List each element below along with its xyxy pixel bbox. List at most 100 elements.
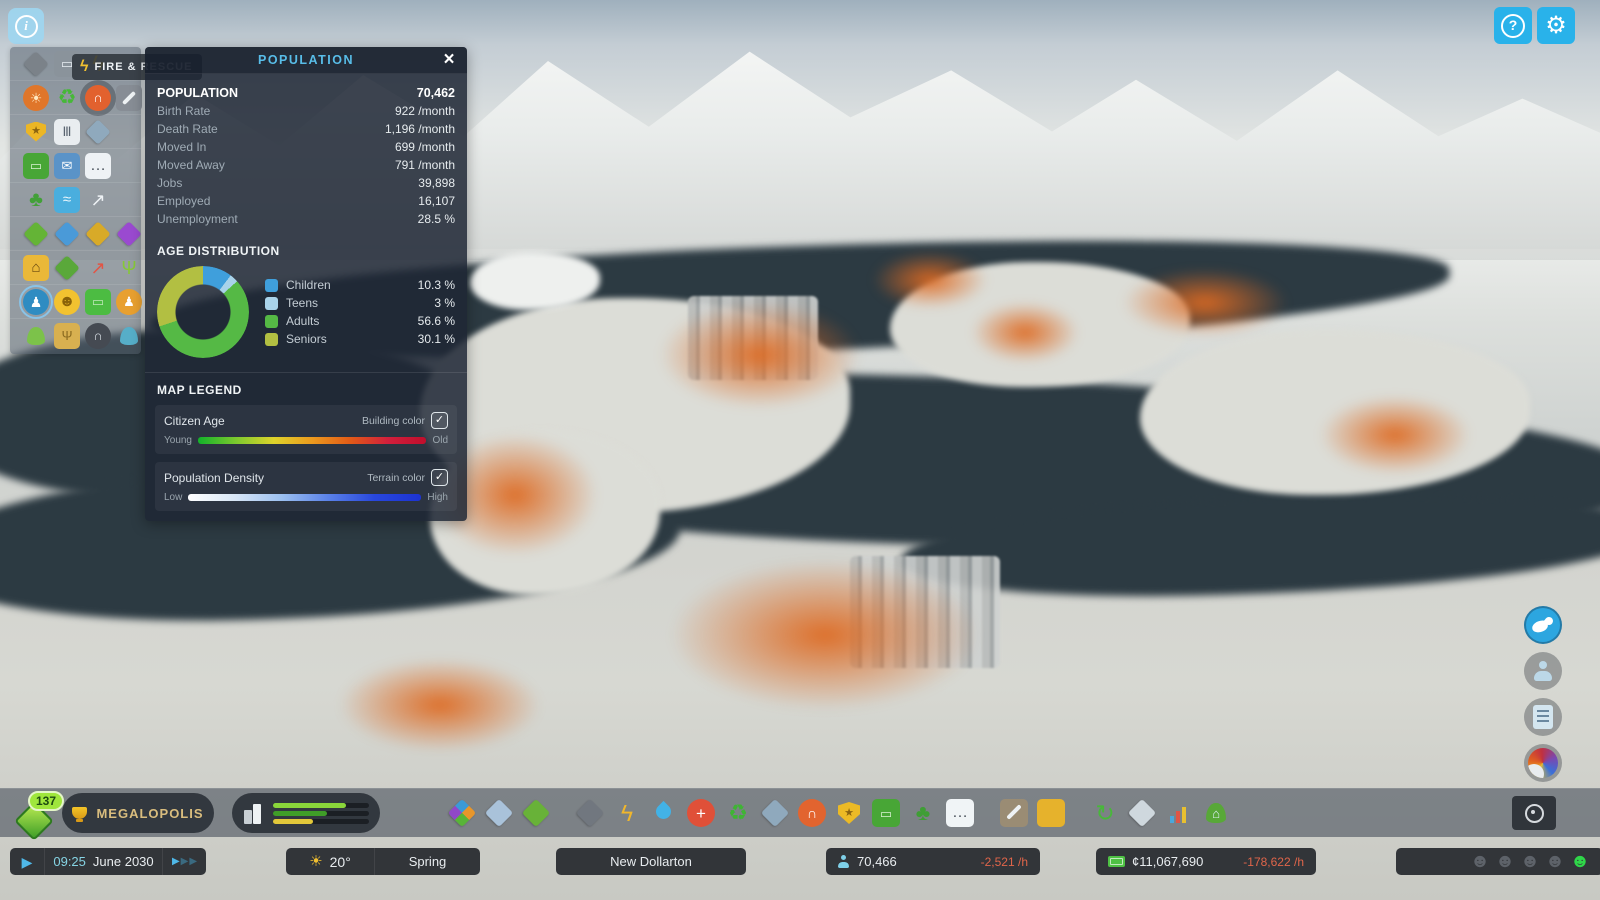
panel-title: POPULATION (258, 53, 354, 67)
garbage-infoview-icon[interactable]: ♻ (54, 85, 80, 111)
routes-infoview-icon[interactable]: ↗ (85, 187, 111, 213)
tool-group-zoning (448, 799, 550, 827)
education-tool[interactable] (761, 799, 789, 827)
chirper-button[interactable] (1524, 606, 1562, 644)
happiness-meter[interactable]: ☻☻☻☻☻ (1396, 848, 1600, 875)
transport-infoview-glyph: ▭ (30, 159, 42, 172)
play-pause-button[interactable]: ▶ (10, 848, 44, 875)
heating-infoview-icon[interactable]: ☀ (23, 85, 49, 111)
transport-infoview-icon[interactable]: ▭ (23, 153, 49, 179)
scale-max-label: Old (432, 435, 448, 446)
water-infoview-icon[interactable]: ≈ (54, 187, 80, 213)
roads-infoview-icon[interactable] (23, 51, 49, 77)
clock-time: 09:25 (53, 854, 86, 869)
zones-tool[interactable] (448, 799, 476, 827)
divider (145, 372, 467, 373)
money-trend: -178,622 /h (1243, 855, 1304, 869)
roads-tool[interactable] (576, 799, 604, 827)
workplaces-infoview-glyph: ♟ (123, 295, 135, 308)
residential-infoview-icon[interactable]: ⌂ (23, 255, 49, 281)
healthcare-tool[interactable]: + (687, 799, 715, 827)
terrain-tool[interactable] (522, 799, 550, 827)
shovel-tool[interactable] (1000, 799, 1028, 827)
production-tool[interactable] (1128, 799, 1156, 827)
city-name-display[interactable]: New Dollarton (556, 848, 746, 875)
right-sidebar (1524, 606, 1564, 782)
temperature-display: ☀ 20° (286, 848, 374, 875)
farming-infoview-icon[interactable]: Ψ (54, 323, 80, 349)
stat-row: Moved Away791 /month (157, 156, 455, 174)
transport-tool[interactable]: ▭ (872, 799, 900, 827)
workplaces-infoview-icon[interactable]: ♟ (116, 289, 142, 315)
age-group-value: 30.1 % (418, 332, 455, 346)
economy-infoview-icon[interactable]: ▭ (85, 289, 111, 315)
infoviews-button[interactable]: i (8, 8, 44, 44)
trophy-icon (72, 807, 87, 819)
play-icon: ▶ (22, 855, 33, 869)
milestone-button[interactable]: MEGALOPOLIS (62, 793, 214, 833)
garbage-tool[interactable]: ♻ (724, 799, 752, 827)
money-display[interactable]: ¢11,067,690 -178,622 /h (1096, 848, 1316, 875)
progress-fill (273, 819, 313, 824)
bulldozer-tool[interactable] (1037, 799, 1065, 827)
progress-track (273, 803, 369, 808)
water-map-icon[interactable] (54, 221, 80, 247)
population-infoview-glyph: ♟ (30, 295, 43, 309)
settings-button[interactable]: ⚙ (1537, 7, 1575, 44)
groundwater-infoview-icon[interactable] (116, 323, 142, 349)
happiness-infoview-icon[interactable]: ☻ (54, 289, 80, 315)
demand-bars (273, 800, 369, 827)
zoning-map-icon[interactable] (85, 221, 111, 247)
photo-mode-button[interactable] (1512, 796, 1556, 830)
stat-value: 1,196 /month (385, 122, 455, 136)
fire-service-glyph: ∩ (807, 806, 817, 820)
statistics-tool[interactable] (1165, 799, 1193, 827)
fire-rescue-infoview-icon[interactable]: ∩ (85, 85, 111, 111)
communications-infoview-icon[interactable]: … (85, 153, 111, 179)
close-button[interactable]: × (437, 48, 461, 72)
terrain-map-icon[interactable] (23, 221, 49, 247)
terrain-color-checkbox[interactable]: ✓ (431, 469, 448, 486)
terrain-height-infoview-icon[interactable] (23, 323, 49, 349)
noise-infoview-icon[interactable]: ∩ (85, 323, 111, 349)
radio-button[interactable] (1524, 744, 1562, 782)
residential-infoview-glyph: ⌂ (31, 260, 40, 275)
chevron-icon: ▶ (172, 857, 180, 867)
post-infoview-icon[interactable]: ✉ (54, 153, 80, 179)
city-info-tool[interactable]: ⌂ (1202, 799, 1230, 827)
districts-tool[interactable] (485, 799, 513, 827)
economy-tool[interactable]: ↻ (1091, 799, 1119, 827)
building-icon (243, 803, 263, 824)
water-tool[interactable] (650, 799, 678, 827)
building-color-checkbox[interactable]: ✓ (431, 412, 448, 429)
stat-value: 28.5 % (418, 212, 455, 226)
xp-level-badge[interactable]: 137 (14, 795, 58, 835)
population-infoview-icon[interactable]: ♟ (23, 289, 49, 315)
police-infoview-icon[interactable]: ★ (23, 119, 49, 145)
stat-value: 791 /month (395, 158, 455, 172)
communications-tool[interactable]: … (946, 799, 974, 827)
education-infoview-icon[interactable] (85, 119, 111, 145)
population-display[interactable]: 70,466 -2,521 /h (826, 848, 1040, 875)
parks-infoview-icon[interactable]: ♣ (23, 187, 49, 213)
journal-button[interactable] (1524, 698, 1562, 736)
land-value-infoview-icon[interactable] (54, 255, 80, 281)
infoview-grid: ▭ϟ☀♻∩★Ⅲ▭✉…♣≈↗⌂↗Ψ♟☻▭♟Ψ∩ (10, 47, 141, 352)
noise-infoview-glyph: ∩ (93, 329, 102, 342)
demand-progress[interactable] (232, 793, 380, 833)
citizens-button[interactable] (1524, 652, 1562, 690)
help-button[interactable]: ? (1494, 7, 1532, 44)
parks-tool[interactable]: ♣ (909, 799, 937, 827)
maintenance-infoview-icon[interactable] (116, 85, 142, 111)
police-tool[interactable]: ★ (835, 799, 863, 827)
stat-label: Employed (157, 194, 418, 208)
electricity-tool[interactable]: ϟ (613, 799, 641, 827)
healthcare-glyph: + (696, 805, 706, 822)
fire-service-tool[interactable]: ∩ (798, 799, 826, 827)
resources-infoview-icon[interactable]: Ψ (116, 255, 142, 281)
administration-infoview-icon[interactable]: Ⅲ (54, 119, 80, 145)
districts-map-icon[interactable] (116, 221, 142, 247)
growth-infoview-icon[interactable]: ↗ (85, 255, 111, 281)
speed-button[interactable]: ▶ ▶ ▶ (162, 848, 206, 875)
population-panel: POPULATION × POPULATION70,462Birth Rate9… (145, 47, 467, 521)
